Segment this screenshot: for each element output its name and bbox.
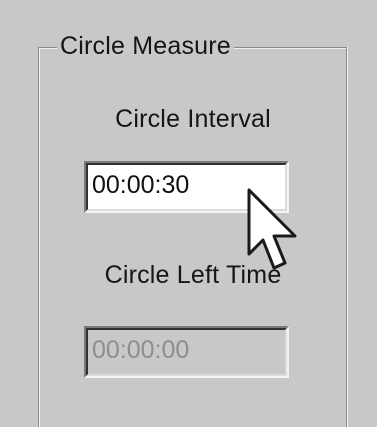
dialog-panel: Circle Measure Circle Interval 00:00:30 … [0,0,377,427]
circle-left-time-field: 00:00:00 [84,326,289,378]
group-title: Circle Measure [57,31,234,61]
mouse-pointer-icon [247,188,297,270]
circle-interval-label: Circle Interval [115,105,271,133]
